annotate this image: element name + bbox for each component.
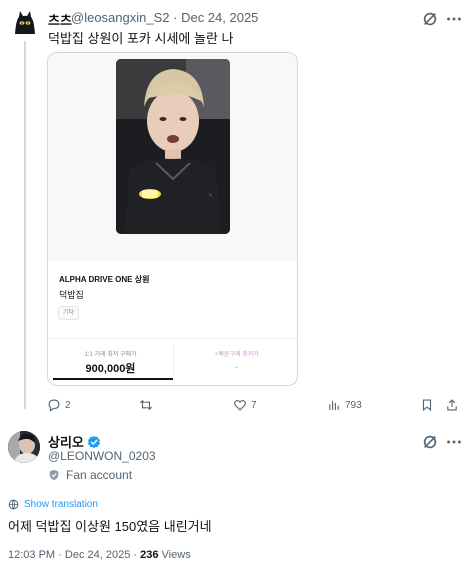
tweet-date[interactable]: Dec 24, 2025 xyxy=(181,10,258,25)
views-count: 793 xyxy=(345,399,362,411)
like-icon xyxy=(234,400,246,411)
card-active-tab-indicator xyxy=(53,378,173,380)
repost-button[interactable] xyxy=(139,398,157,412)
card-divider xyxy=(48,338,297,339)
card-fast-buy-label: ⚡빠른구매 최저가 xyxy=(214,352,259,358)
product-card[interactable]: ✕ ALPHA DRIVE ONE 상원 덕밥집 기타 1:1 거래 최저 구매… xyxy=(47,52,298,386)
photocard-image: ✕ xyxy=(116,59,230,234)
handle[interactable]: @leosangxin_S2 xyxy=(71,10,169,25)
tweet-text: 어제 덕밥집 이상원 150였음 내린거네 xyxy=(8,519,212,534)
tweet-time[interactable]: 12:03 PM xyxy=(8,549,55,561)
like-count: 7 xyxy=(251,399,257,411)
card-tag: 기타 xyxy=(58,306,80,320)
action-bar: 2 7 793 xyxy=(47,398,467,414)
show-translation-text: Show translation xyxy=(24,499,98,510)
separator: · xyxy=(173,10,178,25)
display-name[interactable]: 츠츠 xyxy=(48,10,72,29)
share-icon xyxy=(447,399,457,411)
views-icon xyxy=(329,400,339,410)
fan-account-text: Fan account xyxy=(66,468,133,482)
handle-date: @leosangxin_S2 · Dec 24, 2025 xyxy=(71,10,258,25)
views-button[interactable]: 793 xyxy=(327,398,362,412)
more-icon[interactable] xyxy=(445,10,463,28)
verified-badge-icon xyxy=(87,435,100,448)
avatar[interactable] xyxy=(10,8,40,38)
thread-line xyxy=(24,41,26,409)
separator: · xyxy=(133,549,138,561)
card-name: 덕밥집 xyxy=(59,290,84,300)
grok-icon[interactable] xyxy=(421,10,439,28)
reply-count: 2 xyxy=(65,399,71,411)
grok-icon[interactable] xyxy=(421,433,439,451)
tweet-text: 덕밥집 상원이 포카 시세에 놀란 나 xyxy=(48,31,234,46)
card-price: 900,000원 xyxy=(85,363,136,375)
svg-text:✕: ✕ xyxy=(208,192,213,199)
like-button[interactable]: 7 xyxy=(233,398,257,412)
tweet-date[interactable]: Dec 24, 2025 xyxy=(65,549,130,561)
reply-button[interactable]: 2 xyxy=(47,398,71,412)
translate-icon xyxy=(8,499,19,510)
avatar[interactable] xyxy=(8,431,40,463)
reply-icon xyxy=(48,399,60,412)
card-image-area: ✕ xyxy=(48,53,297,261)
cat-avatar-icon xyxy=(10,8,40,38)
bookmark-icon xyxy=(422,399,432,412)
shield-icon xyxy=(49,469,59,481)
views-label: Views xyxy=(161,549,191,561)
separator: · xyxy=(58,549,62,561)
fan-account-label[interactable]: Fan account xyxy=(48,468,132,482)
card-title: ALPHA DRIVE ONE 상원 xyxy=(59,275,150,284)
bookmark-button[interactable] xyxy=(420,398,434,412)
card-lowest-price-label: 1:1 거래 최저 구매가 xyxy=(84,352,137,358)
share-button[interactable] xyxy=(445,398,459,412)
show-translation-link[interactable]: Show translation xyxy=(8,499,98,510)
tweet-metadata: 12:03 PM · Dec 24, 2025 · 236 Views xyxy=(8,549,191,561)
card-fast-buy-value: - xyxy=(235,362,238,372)
handle[interactable]: @LEONWON_0203 xyxy=(48,449,156,463)
more-icon[interactable] xyxy=(445,433,463,451)
repost-icon xyxy=(140,400,152,410)
views-count: 236 xyxy=(140,549,159,561)
